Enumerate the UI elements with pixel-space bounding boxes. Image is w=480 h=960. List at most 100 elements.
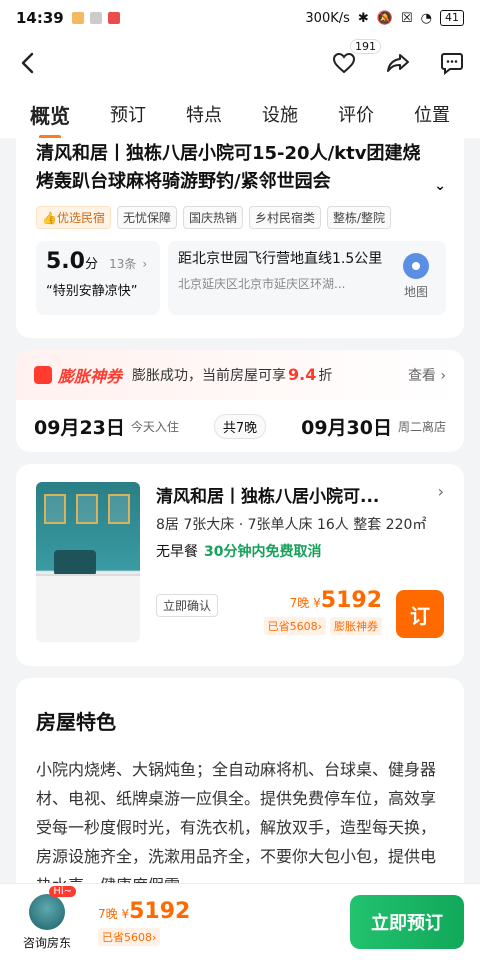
room-card[interactable]: 清风和居丨独栋八居小院可... › 8居 7张大床 · 7张单人床 16人 整套… [16, 464, 464, 666]
heart-icon [332, 52, 356, 74]
pillow [54, 550, 96, 576]
overview-card: 清风和居丨独栋八居小院可15-20人/ktv团建烧烤轰趴台球麻将骑游野钓/紧邻世… [16, 138, 464, 338]
rating-box[interactable]: 5.0分 13条 › “特别安静凉快” [36, 241, 160, 315]
book-now-button[interactable]: 立即预订 [350, 895, 464, 949]
review-count: 13条 [109, 257, 137, 271]
room-photo[interactable] [36, 482, 140, 642]
status-bar: 14:39 300K/s ✱ 🔕 ☒ ◔ 41 [0, 0, 480, 36]
promo-more-link[interactable]: 查看 › [408, 365, 446, 385]
book-room-button[interactable]: 订 [396, 590, 444, 638]
back-button[interactable] [14, 49, 42, 77]
app-notification-icon [107, 12, 120, 24]
bed [36, 574, 140, 642]
share-button[interactable] [384, 49, 412, 77]
promo-banner[interactable]: 膨胀神券 膨胀成功，当前房屋可享 9.4 折 查看 › [16, 350, 464, 400]
favorite-button[interactable]: 191 [330, 39, 381, 77]
room-policy: 无早餐 30分钟内免费取消 [156, 541, 444, 561]
room-price: 7晚 ¥5192 已省5608› 膨胀神券 [263, 588, 382, 635]
tag-item: 乡村民宿类 [249, 206, 322, 229]
checkin-label: 今天入住 [130, 419, 179, 434]
wifi-icon: ◔ [420, 10, 432, 26]
status-time: 14:39 [16, 9, 64, 27]
wall-art [44, 494, 66, 524]
chevron-left-icon [21, 52, 34, 74]
section-tabs: 概览 预订 特点 设施 评价 位置 [0, 90, 480, 138]
features-card: 房屋特色 小院内烧烤、大锅炖鱼；全自动麻将机、台球桌、健身器材、电视、纸牌桌游一… [16, 678, 464, 883]
section-title: 房屋特色 [36, 710, 116, 734]
rating-score: 5.0 [46, 249, 85, 274]
chevron-right-icon: › [142, 257, 148, 271]
hi-badge: Hi~ [49, 885, 76, 897]
tab-reviews[interactable]: 评价 [330, 101, 382, 127]
battery-icon: 41 [440, 10, 464, 26]
map-label: 地图 [403, 285, 428, 299]
promo-text: 膨胀成功，当前房屋可享 9.4 折 [132, 365, 333, 384]
feature-description: 小院内烧烤、大锅炖鱼；全自动麻将机、台球桌、健身器材、电视、纸牌桌游一应俱全。提… [36, 760, 437, 883]
avatar [29, 893, 65, 930]
tab-booking[interactable]: 预订 [102, 101, 154, 127]
price-value: 5192 [129, 898, 191, 924]
tab-location[interactable]: 位置 [406, 101, 458, 127]
message-button[interactable] [438, 49, 466, 77]
listing-title[interactable]: 清风和居丨独栋八居小院可15-20人/ktv团建烧烤轰趴台球麻将骑游野钓/紧邻世… [36, 140, 446, 196]
share-icon [387, 54, 409, 72]
instant-confirm-tag: 立即确认 [156, 594, 219, 617]
nights-badge: 共7晚 [213, 413, 267, 439]
chevron-down-icon: ⌄ [434, 178, 446, 194]
review-quote: “特别安静凉快” [46, 284, 138, 299]
location-box[interactable]: 距北京世园飞行营地直线1.5公里 北京延庆区北京市延庆区环湖... 地图 [168, 241, 446, 315]
tag-item: 国庆热销 [182, 206, 243, 229]
room-title[interactable]: 清风和居丨独栋八居小院可... [156, 482, 444, 507]
checkout-date[interactable]: 09月30日 [301, 413, 392, 440]
tab-features[interactable]: 特点 [178, 101, 230, 127]
checkin-date[interactable]: 09月23日 [34, 413, 125, 440]
saved-amount: 已省5608› [263, 617, 326, 635]
tab-overview[interactable]: 概览 [22, 100, 78, 129]
gift-icon [34, 366, 52, 384]
promo-badge: 膨胀神券 [34, 363, 122, 387]
price-nights: 7晚 [289, 596, 310, 610]
bottom-bar: Hi~ 咨询房东 7晚 ¥5192 已省5608› 立即预订 [0, 883, 480, 960]
chevron-right-icon: › [437, 482, 444, 501]
currency-symbol: ¥ [121, 906, 130, 921]
sim-icon: ☒ [401, 10, 413, 26]
map-button[interactable]: 地图 [396, 253, 436, 300]
tag-item: 无忧保障 [116, 206, 177, 229]
promo-rate: 9.4 [288, 365, 317, 384]
contact-host-label: 咨询房东 [22, 935, 71, 950]
thumb-up-icon: 👍 [42, 211, 57, 225]
wall-art [76, 494, 98, 524]
map-pin-icon [403, 253, 429, 279]
tag-item: 整栋/整院 [327, 206, 392, 229]
bottom-price: 7晚 ¥5192 已省5608› [98, 899, 190, 946]
promo-dates-card: 膨胀神券 膨胀成功，当前房屋可享 9.4 折 查看 › 09月23日 今天入住 共7… [16, 350, 464, 452]
chat-icon [441, 53, 463, 75]
bluetooth-icon: ✱ [357, 10, 369, 26]
cancel-policy: 30分钟内免费取消 [204, 544, 322, 560]
room-description: 8居 7张大床 · 7张单人床 16人 整套 220㎡ [156, 517, 427, 533]
mute-icon: 🔕 [376, 10, 393, 26]
app-notification-icon [89, 12, 102, 24]
favorite-count: 191 [350, 39, 381, 54]
app-notification-icon [71, 12, 84, 24]
chevron-right-icon: › [440, 368, 446, 384]
date-selector[interactable]: 09月23日 今天入住 共7晚 09月30日 周二离店 [16, 400, 464, 452]
top-nav: 191 [0, 36, 480, 90]
notification-icons [71, 12, 120, 24]
tag-preferred: 👍优选民宿 [36, 206, 111, 229]
coupon-tag: 膨胀神券 [330, 617, 382, 635]
main-content: 清风和居丨独栋八居小院可15-20人/ktv团建烧烤轰趴台球麻将骑游野钓/紧邻世… [0, 138, 480, 883]
room-info: 清风和居丨独栋八居小院可... › 8居 7张大床 · 7张单人床 16人 整套… [156, 482, 444, 648]
breakfast-info: 无早餐 [156, 544, 198, 560]
saved-amount: 已省5608› [98, 927, 161, 946]
listing-title-text: 清风和居丨独栋八居小院可15-20人/ktv团建烧烤轰趴台球麻将骑游野钓/紧邻世… [36, 143, 421, 192]
currency-symbol: ¥ [313, 596, 321, 610]
contact-host-button[interactable]: Hi~ 咨询房东 [16, 885, 78, 951]
rating-unit: 分 [84, 257, 98, 272]
listing-tags: 👍优选民宿 无忧保障 国庆热销 乡村民宿类 整栋/整院 [36, 206, 446, 229]
wall-art [108, 494, 130, 524]
network-speed: 300K/s [305, 10, 350, 26]
price-value: 5192 [320, 588, 382, 613]
tab-facilities[interactable]: 设施 [254, 101, 306, 127]
checkout-label: 周二离店 [397, 419, 446, 434]
